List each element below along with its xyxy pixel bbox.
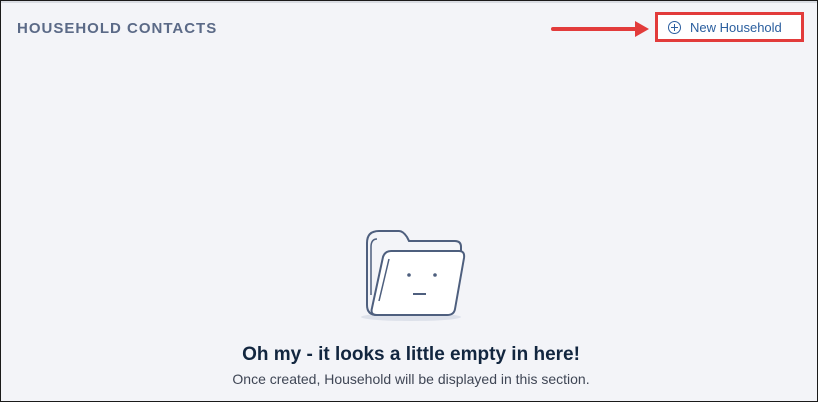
annotation-arrow-icon: [551, 21, 649, 37]
new-household-label: New Household: [690, 19, 782, 35]
empty-state-subtitle: Once created, Household will be displaye…: [232, 371, 590, 387]
household-contacts-panel: HOUSEHOLD CONTACTS New Household Oh my -…: [0, 0, 818, 402]
panel-top-border: [1, 1, 817, 3]
plus-circle-icon: [668, 20, 681, 34]
new-household-button[interactable]: New Household: [655, 12, 804, 42]
empty-folder-face-icon: [361, 230, 466, 321]
section-title: HOUSEHOLD CONTACTS: [17, 20, 218, 37]
empty-state-title: Oh my - it looks a little empty in here!: [242, 344, 580, 365]
